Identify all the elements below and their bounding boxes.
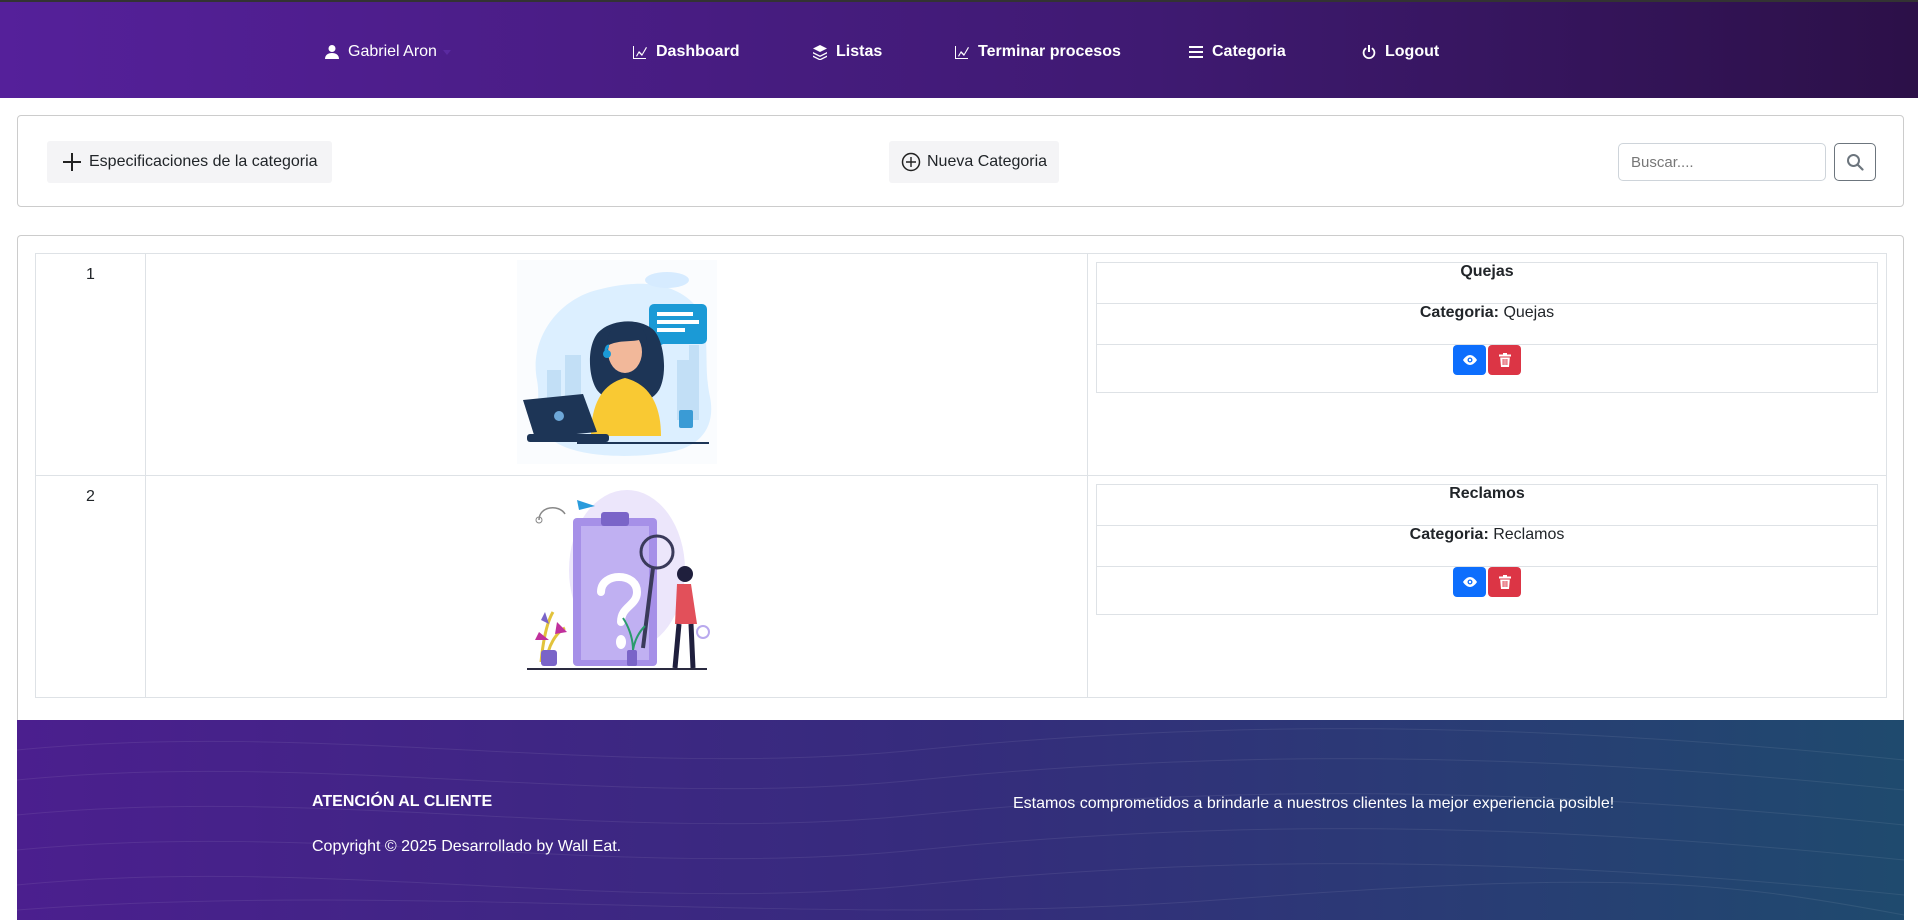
trash-icon	[1498, 353, 1511, 367]
chevron-down-icon	[442, 49, 451, 55]
power-icon	[1362, 45, 1376, 60]
user-dropdown[interactable]: Gabriel Aron	[324, 40, 451, 64]
plus-icon	[63, 153, 81, 171]
footer-message: Estamos comprometidos a brindarle a nues…	[1013, 795, 1615, 812]
actions-cell	[1096, 344, 1878, 393]
table-row: 2 Reclamos Categoria: Reclamos	[35, 475, 1887, 698]
search-icon	[1847, 154, 1864, 171]
row-number: 1	[35, 253, 146, 476]
chart-icon	[955, 46, 969, 59]
nav-label: Listas	[836, 43, 883, 60]
plus-circle-icon	[901, 152, 921, 172]
toolbar-card: Especificaciones de la categoria Nueva C…	[17, 115, 1904, 207]
row-info-cell: Quejas Categoria: Quejas	[1087, 253, 1887, 476]
layers-icon	[813, 45, 827, 60]
search-input[interactable]	[1618, 143, 1826, 181]
nav-label: Logout	[1385, 43, 1440, 60]
user-icon	[325, 45, 339, 59]
view-button[interactable]	[1453, 567, 1486, 597]
category-field-value: Quejas	[1503, 304, 1555, 321]
delete-button[interactable]	[1488, 567, 1521, 597]
nav-terminar-procesos[interactable]: Terminar procesos	[954, 40, 1121, 64]
table-row: 1 Quejas Categoria: Quejas	[35, 253, 1887, 476]
nav-label: Terminar procesos	[978, 43, 1121, 60]
eye-icon	[1462, 577, 1477, 587]
spec-category-button[interactable]: Especificaciones de la categoria	[47, 141, 332, 183]
category-field: Categoria: Quejas	[1096, 303, 1878, 345]
row-image-cell	[145, 253, 1088, 476]
top-navbar: Gabriel Aron Dashboard Listas Terminar p…	[0, 0, 1918, 98]
actions-cell	[1096, 566, 1878, 615]
category-title: Quejas	[1096, 262, 1878, 304]
footer-wave-pattern	[17, 728, 1904, 916]
content-card: 1 Quejas Categoria: Quejas 2 Reclamos Ca…	[17, 235, 1904, 720]
delete-button[interactable]	[1488, 345, 1521, 375]
info-table: Reclamos Categoria: Reclamos	[1096, 484, 1878, 615]
category-field-value: Reclamos	[1493, 526, 1565, 543]
new-category-button[interactable]: Nueva Categoria	[889, 141, 1060, 183]
eye-icon	[1462, 355, 1477, 365]
new-category-label: Nueva Categoria	[927, 153, 1048, 170]
category-table: 1 Quejas Categoria: Quejas 2 Reclamos Ca…	[35, 253, 1887, 698]
chart-icon	[633, 46, 647, 59]
question-clipboard-illustration	[516, 482, 717, 686]
nav-dashboard[interactable]: Dashboard	[632, 40, 740, 64]
spec-category-label: Especificaciones de la categoria	[89, 153, 318, 170]
row-image-cell	[145, 475, 1088, 698]
info-table: Quejas Categoria: Quejas	[1096, 262, 1878, 393]
nav-logout[interactable]: Logout	[1361, 40, 1439, 64]
footer-title: ATENCIÓN AL CLIENTE	[312, 793, 493, 810]
footer: ATENCIÓN AL CLIENTE Copyright © 2025 Des…	[17, 720, 1904, 920]
footer-copyright: Copyright © 2025 Desarrollado by Wall Ea…	[312, 838, 622, 855]
category-title: Reclamos	[1096, 484, 1878, 526]
trash-icon	[1498, 575, 1511, 589]
user-name: Gabriel Aron	[348, 43, 437, 60]
view-button[interactable]	[1453, 345, 1486, 375]
nav-categoria[interactable]: Categoria	[1188, 40, 1286, 64]
nav-listas[interactable]: Listas	[812, 40, 882, 64]
menu-icon	[1189, 46, 1203, 58]
customer-support-illustration	[516, 260, 717, 464]
nav-label: Dashboard	[656, 43, 740, 60]
row-info-cell: Reclamos Categoria: Reclamos	[1087, 475, 1887, 698]
search-button[interactable]	[1834, 143, 1876, 181]
category-field-label: Categoria:	[1409, 526, 1489, 543]
category-field-label: Categoria:	[1419, 304, 1499, 321]
nav-label: Categoria	[1212, 43, 1286, 60]
category-field: Categoria: Reclamos	[1096, 525, 1878, 567]
row-number: 2	[35, 475, 146, 698]
